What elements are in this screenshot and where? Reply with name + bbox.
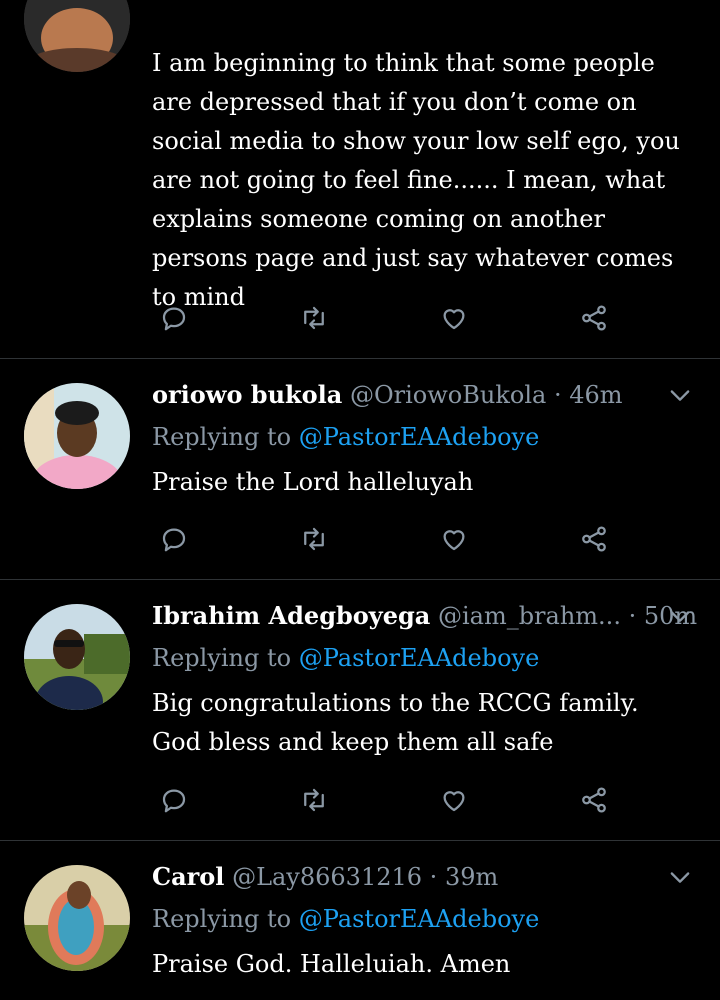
separator: · xyxy=(553,381,562,409)
display-name[interactable]: oriowo bukola xyxy=(152,380,342,409)
retweet-icon xyxy=(304,527,324,551)
avatar-image xyxy=(24,0,130,72)
share-icon xyxy=(582,526,606,552)
avatar[interactable] xyxy=(24,383,130,489)
share-button[interactable] xyxy=(572,778,616,822)
tweet-text: Praise the Lord halleluyah xyxy=(152,468,474,496)
reply-icon xyxy=(162,528,186,552)
tweet-feed: I am beginning to think that some people… xyxy=(0,0,720,1000)
tweet-text: Praise God. Halleluiah. Amen xyxy=(152,950,511,978)
avatar-image xyxy=(24,865,130,971)
retweet-icon xyxy=(304,306,324,330)
mention-link[interactable]: @PastorEAAdeboye xyxy=(299,905,540,933)
retweet-button[interactable] xyxy=(292,517,336,561)
replying-to: Replying to @PastorEAAdeboye xyxy=(152,899,539,939)
replying-to-label: Replying to xyxy=(152,905,292,933)
avatar[interactable] xyxy=(24,865,130,971)
replying-to: Replying to @PastorEAAdeboye xyxy=(152,417,539,457)
handle[interactable]: @Lay86631216 xyxy=(232,863,422,891)
timestamp[interactable]: 46m xyxy=(569,381,622,409)
chevron-down-icon[interactable] xyxy=(666,863,694,891)
replying-to: Replying to @PastorEAAdeboye xyxy=(152,638,539,678)
handle[interactable]: @iam_brahm... xyxy=(438,602,621,630)
avatar[interactable] xyxy=(24,0,130,72)
like-button[interactable] xyxy=(432,778,476,822)
reply-button[interactable] xyxy=(152,778,196,822)
display-name[interactable]: Carol xyxy=(152,862,224,891)
tweet-actions xyxy=(152,296,622,340)
heart-icon xyxy=(443,791,465,812)
reply-button[interactable] xyxy=(152,517,196,561)
replying-to-label: Replying to xyxy=(152,423,292,451)
tweet-actions xyxy=(152,517,622,561)
reply-button[interactable] xyxy=(152,296,196,340)
timestamp[interactable]: 39m xyxy=(445,863,498,891)
heart-icon xyxy=(443,309,465,330)
handle[interactable]: @OriowoBukola xyxy=(350,381,546,409)
replying-to-label: Replying to xyxy=(152,644,292,672)
tweet[interactable]: Ibrahim Adegboyega @iam_brahm... · 50m R… xyxy=(0,580,720,840)
like-button[interactable] xyxy=(432,517,476,561)
tweet-header: Ibrahim Adegboyega @iam_brahm... · 50m xyxy=(152,596,697,636)
reply-icon xyxy=(162,307,186,331)
mention-link[interactable]: @PastorEAAdeboye xyxy=(299,644,540,672)
tweet-text: Big congratulations to the RCCG family. … xyxy=(152,689,639,756)
tweet-header: Carol @Lay86631216 · 39m xyxy=(152,857,672,897)
avatar-image xyxy=(24,383,130,489)
retweet-icon xyxy=(304,788,324,812)
tweet[interactable]: Carol @Lay86631216 · 39m Replying to @Pa… xyxy=(0,841,720,1000)
chevron-down-icon[interactable] xyxy=(666,602,694,630)
mention-link[interactable]: @PastorEAAdeboye xyxy=(299,423,540,451)
avatar[interactable] xyxy=(24,604,130,710)
tweet[interactable]: oriowo bukola @OriowoBukola · 46m Replyi… xyxy=(0,359,720,579)
avatar-image xyxy=(24,604,130,710)
tweet[interactable]: I am beginning to think that some people… xyxy=(0,0,720,358)
share-button[interactable] xyxy=(572,517,616,561)
share-button[interactable] xyxy=(572,296,616,340)
retweet-button[interactable] xyxy=(292,778,336,822)
separator: · xyxy=(628,602,637,630)
display-name[interactable]: Ibrahim Adegboyega xyxy=(152,601,430,630)
retweet-button[interactable] xyxy=(292,296,336,340)
chevron-down-icon[interactable] xyxy=(666,381,694,409)
like-button[interactable] xyxy=(432,296,476,340)
tweet-header: oriowo bukola @OriowoBukola · 46m xyxy=(152,375,672,415)
tweet-text: I am beginning to think that some people… xyxy=(152,49,680,311)
tweet-actions xyxy=(152,778,622,822)
reply-icon xyxy=(162,789,186,813)
heart-icon xyxy=(443,530,465,551)
share-icon xyxy=(582,305,606,331)
separator: · xyxy=(429,863,438,891)
share-icon xyxy=(582,787,606,813)
